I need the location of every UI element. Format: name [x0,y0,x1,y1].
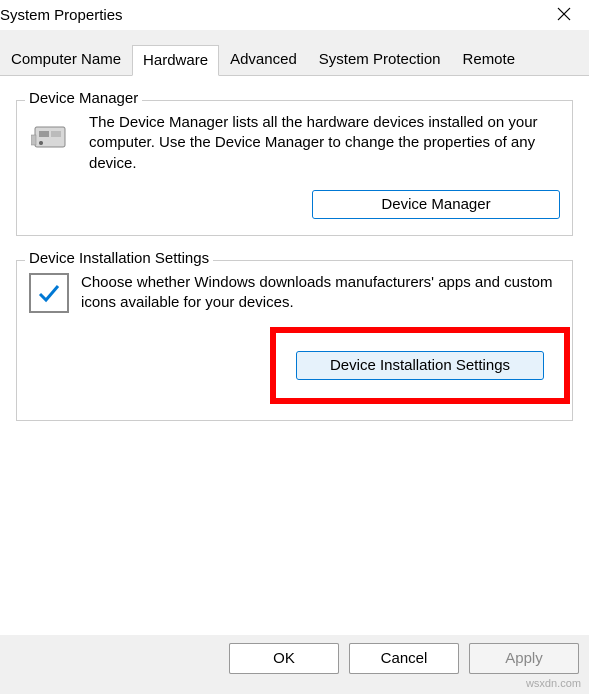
device-manager-group: Device Manager The Device Manager lists … [16,100,573,236]
device-installation-description: Choose whether Windows downloads manufac… [81,273,560,314]
cancel-button[interactable]: Cancel [349,643,459,674]
highlight-annotation: Device Installation Settings [270,327,570,404]
device-manager-icon [29,113,77,161]
device-manager-legend: Device Manager [25,90,142,107]
device-installation-settings-button[interactable]: Device Installation Settings [296,351,544,380]
tab-remote[interactable]: Remote [452,44,527,75]
device-installation-legend: Device Installation Settings [25,250,213,267]
device-installation-group: Device Installation Settings Choose whet… [16,260,573,422]
dialog-footer: OK Cancel Apply [229,643,579,674]
window-title: System Properties [0,7,123,24]
tab-strip: Computer Name Hardware Advanced System P… [0,30,589,635]
tab-computer-name[interactable]: Computer Name [0,44,132,75]
device-manager-button[interactable]: Device Manager [312,190,560,219]
titlebar: System Properties [0,0,589,30]
tab-panel-hardware: Device Manager The Device Manager lists … [0,75,589,635]
ok-button[interactable]: OK [229,643,339,674]
apply-button[interactable]: Apply [469,643,579,674]
tab-system-protection[interactable]: System Protection [308,44,452,75]
watermark: wsxdn.com [526,678,581,690]
close-button[interactable] [547,2,581,29]
device-manager-description: The Device Manager lists all the hardwar… [89,113,560,174]
checkmark-icon [29,273,69,313]
close-icon [557,7,571,21]
tab-hardware[interactable]: Hardware [132,45,219,76]
tab-advanced[interactable]: Advanced [219,44,308,75]
